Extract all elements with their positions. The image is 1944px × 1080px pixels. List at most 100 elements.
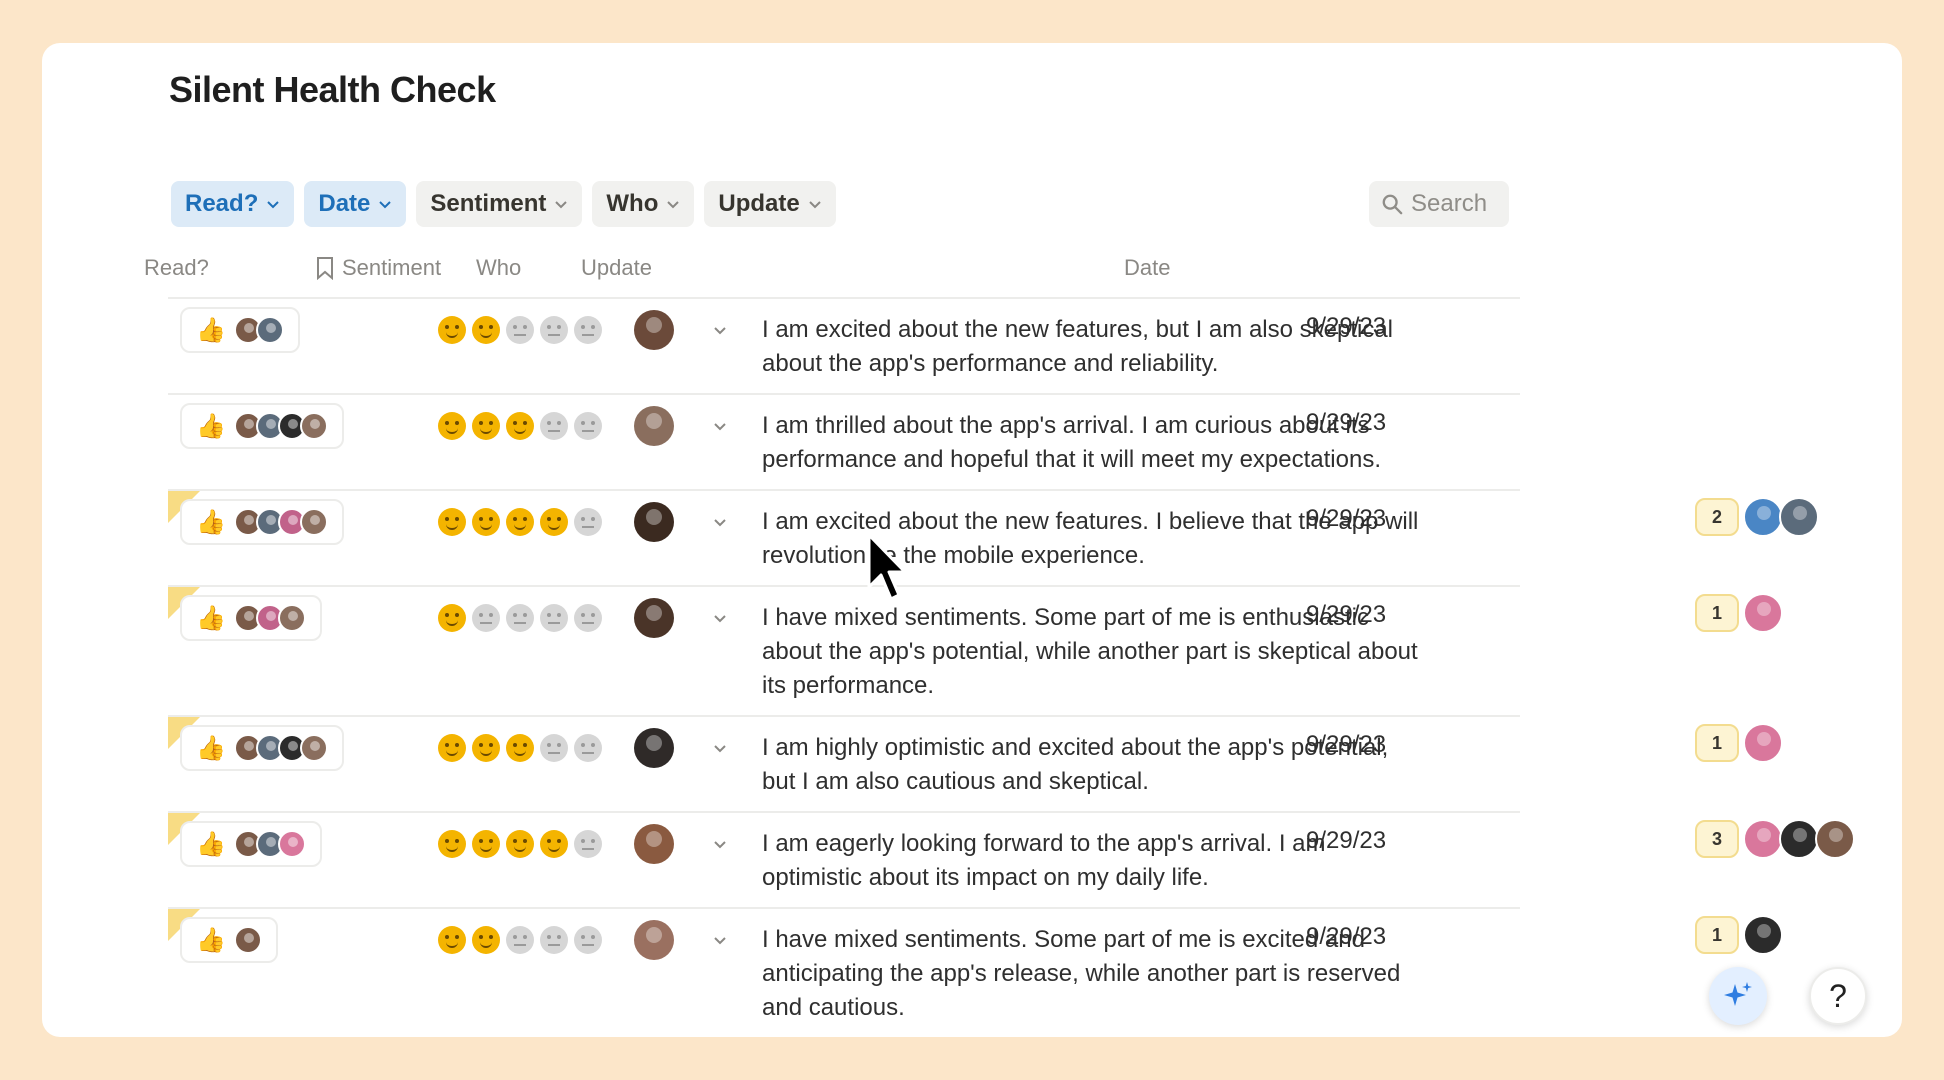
search-label: Search	[1411, 190, 1488, 217]
sentiment-face-icon[interactable]	[472, 412, 500, 440]
sentiment-face-icon[interactable]	[574, 412, 602, 440]
expand-chevron-icon[interactable]	[712, 514, 728, 530]
author-avatar[interactable]	[634, 406, 674, 446]
table-row[interactable]: 👍 I have mixed sentiments. Some part of m…	[168, 587, 1520, 717]
comment-thread[interactable]: 1	[1695, 723, 1783, 763]
sentiment-rating[interactable]	[438, 316, 602, 344]
sentiment-face-icon[interactable]	[472, 508, 500, 536]
read-receipts[interactable]: 👍	[180, 595, 322, 641]
column-header-sentiment[interactable]: Sentiment	[316, 255, 441, 281]
sentiment-face-icon[interactable]	[506, 316, 534, 344]
sentiment-face-icon[interactable]	[438, 926, 466, 954]
expand-chevron-icon[interactable]	[712, 740, 728, 756]
expand-chevron-icon[interactable]	[712, 418, 728, 434]
sentiment-face-icon[interactable]	[540, 734, 568, 762]
sentiment-face-icon[interactable]	[472, 316, 500, 344]
table-row[interactable]: 👍 I am thrilled about the app's arrival. …	[168, 395, 1520, 491]
read-receipts[interactable]: 👍	[180, 917, 278, 963]
sentiment-face-icon[interactable]	[506, 830, 534, 858]
read-receipts[interactable]: 👍	[180, 403, 344, 449]
thumbs-up-icon: 👍	[196, 508, 226, 536]
comment-count-badge[interactable]: 3	[1695, 820, 1739, 858]
sentiment-rating[interactable]	[438, 830, 602, 858]
read-receipts[interactable]: 👍	[180, 725, 344, 771]
expand-chevron-icon[interactable]	[712, 322, 728, 338]
sentiment-face-icon[interactable]	[574, 830, 602, 858]
sentiment-face-icon[interactable]	[540, 412, 568, 440]
sentiment-face-icon[interactable]	[540, 508, 568, 536]
sentiment-rating[interactable]	[438, 926, 602, 954]
sentiment-face-icon[interactable]	[574, 508, 602, 536]
author-avatar[interactable]	[634, 310, 674, 350]
column-header-date[interactable]: Date	[1124, 255, 1170, 281]
sentiment-face-icon[interactable]	[438, 508, 466, 536]
column-header-who[interactable]: Who	[476, 255, 521, 281]
sentiment-face-icon[interactable]	[540, 604, 568, 632]
filter-label: Update	[718, 190, 800, 217]
table-row[interactable]: 👍 I am eagerly looking forward to the app…	[168, 813, 1520, 909]
sentiment-rating[interactable]	[438, 734, 602, 762]
sentiment-face-icon[interactable]	[574, 604, 602, 632]
read-receipts[interactable]: 👍	[180, 499, 344, 545]
sentiment-rating[interactable]	[438, 604, 602, 632]
sentiment-rating[interactable]	[438, 412, 602, 440]
comment-count-badge[interactable]: 1	[1695, 916, 1739, 954]
help-button[interactable]: ?	[1809, 967, 1867, 1025]
author-avatar[interactable]	[634, 824, 674, 864]
sentiment-face-icon[interactable]	[438, 412, 466, 440]
sentiment-face-icon[interactable]	[574, 734, 602, 762]
filter-who[interactable]: Who	[592, 181, 695, 227]
sentiment-face-icon[interactable]	[438, 830, 466, 858]
sentiment-face-icon[interactable]	[438, 734, 466, 762]
sentiment-face-icon[interactable]	[540, 316, 568, 344]
comment-count-badge[interactable]: 1	[1695, 594, 1739, 632]
comment-thread[interactable]: 3	[1695, 819, 1855, 859]
column-header-update[interactable]: Update	[581, 255, 652, 281]
sentiment-face-icon[interactable]	[506, 412, 534, 440]
expand-chevron-icon[interactable]	[712, 932, 728, 948]
sentiment-face-icon[interactable]	[438, 316, 466, 344]
author-avatar[interactable]	[634, 920, 674, 960]
comment-thread[interactable]: 1	[1695, 915, 1783, 955]
filter-read[interactable]: Read?	[171, 181, 295, 227]
search-button[interactable]: Search	[1369, 181, 1509, 227]
author-avatar[interactable]	[634, 598, 674, 638]
sentiment-face-icon[interactable]	[438, 604, 466, 632]
read-receipts[interactable]: 👍	[180, 307, 300, 353]
table-row[interactable]: 👍 I have mixed sentiments. Some part of m…	[168, 909, 1520, 1037]
sentiment-face-icon[interactable]	[472, 926, 500, 954]
table-row[interactable]: 👍 I am excited about the new features. I …	[168, 491, 1520, 587]
sentiment-face-icon[interactable]	[540, 926, 568, 954]
help-label: ?	[1829, 977, 1847, 1014]
comment-count-badge[interactable]: 1	[1695, 724, 1739, 762]
comment-thread[interactable]: 1	[1695, 593, 1783, 633]
sentiment-face-icon[interactable]	[506, 604, 534, 632]
sentiment-face-icon[interactable]	[506, 508, 534, 536]
sentiment-face-icon[interactable]	[472, 734, 500, 762]
sentiment-face-icon[interactable]	[506, 926, 534, 954]
expand-chevron-icon[interactable]	[712, 836, 728, 852]
table-row[interactable]: 👍 I am highly optimistic and excited abou…	[168, 717, 1520, 813]
table-row[interactable]: 👍 I am excited about the new features, bu…	[168, 299, 1520, 395]
filter-date[interactable]: Date	[304, 181, 407, 227]
author-avatar[interactable]	[634, 502, 674, 542]
sentiment-face-icon[interactable]	[506, 734, 534, 762]
sentiment-face-icon[interactable]	[574, 926, 602, 954]
chevron-down-icon	[555, 201, 568, 209]
read-receipts[interactable]: 👍	[180, 821, 322, 867]
comment-count-badge[interactable]: 2	[1695, 498, 1739, 536]
sentiment-face-icon[interactable]	[472, 604, 500, 632]
filter-update[interactable]: Update	[704, 181, 836, 227]
commenter-avatar	[1743, 723, 1783, 763]
sentiment-rating[interactable]	[438, 508, 602, 536]
sentiment-face-icon[interactable]	[472, 830, 500, 858]
ai-assistant-button[interactable]	[1709, 967, 1767, 1025]
comment-thread[interactable]: 2	[1695, 497, 1819, 537]
sentiment-face-icon[interactable]	[574, 316, 602, 344]
author-avatar[interactable]	[634, 728, 674, 768]
filter-sentiment[interactable]: Sentiment	[416, 181, 583, 227]
filter-label: Read?	[185, 190, 259, 217]
expand-chevron-icon[interactable]	[712, 610, 728, 626]
column-header-read[interactable]: Read?	[144, 255, 209, 281]
sentiment-face-icon[interactable]	[540, 830, 568, 858]
